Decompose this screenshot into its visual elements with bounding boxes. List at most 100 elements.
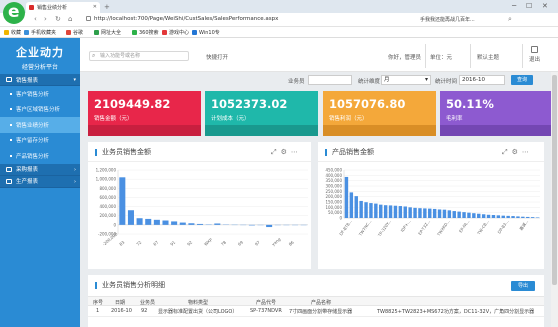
bar[interactable]: [432, 208, 437, 218]
bar[interactable]: [447, 210, 452, 218]
bar[interactable]: [214, 223, 221, 225]
bar[interactable]: [496, 215, 501, 218]
bar[interactable]: [197, 223, 204, 225]
sidebar-item-sales-performance[interactable]: 销售业绩分析: [0, 117, 80, 133]
bookmark-item[interactable]: Win10专: [192, 29, 220, 36]
export-button[interactable]: 导出: [511, 281, 535, 291]
menu-group-production[interactable]: 生产报表 ›: [0, 175, 80, 188]
bar[interactable]: [127, 210, 134, 225]
bar[interactable]: [344, 176, 349, 218]
scrollbar-thumb[interactable]: [552, 75, 557, 285]
bookmark-item[interactable]: 收藏: [4, 29, 21, 36]
bar[interactable]: [442, 209, 447, 218]
bar[interactable]: [398, 206, 403, 218]
bar[interactable]: [179, 222, 186, 225]
bar[interactable]: [428, 208, 432, 218]
bar[interactable]: [530, 217, 535, 218]
bookmark-item[interactable]: 360搜索: [132, 29, 159, 36]
bar[interactable]: [491, 215, 496, 218]
bar[interactable]: [413, 207, 417, 218]
bar[interactable]: [418, 208, 422, 218]
bar[interactable]: [521, 216, 525, 218]
fullscreen-icon[interactable]: ⤢: [271, 148, 277, 157]
bar[interactable]: [457, 211, 461, 218]
bookmark-item[interactable]: 游戏中心: [162, 29, 189, 36]
more-icon[interactable]: ⋯: [291, 148, 298, 157]
bar[interactable]: [354, 196, 358, 218]
query-button[interactable]: 查询: [511, 75, 533, 85]
bar[interactable]: [452, 211, 456, 218]
bar[interactable]: [501, 215, 505, 218]
bar[interactable]: [477, 213, 481, 218]
bar[interactable]: [162, 220, 169, 225]
bar[interactable]: [266, 224, 273, 228]
bar[interactable]: [364, 202, 368, 218]
bar[interactable]: [506, 215, 510, 218]
new-tab-icon[interactable]: +: [104, 3, 110, 11]
bar[interactable]: [408, 207, 412, 218]
bar[interactable]: [516, 216, 520, 218]
salesman-input[interactable]: [308, 75, 352, 85]
bookmark-item[interactable]: 网址大全: [94, 29, 121, 36]
browser-search-suggestion[interactable]: 手我我还能再战几百年...: [420, 16, 475, 23]
url-field[interactable]: http://localhost:700/Page/WeiShi/CustSal…: [86, 15, 386, 25]
bar[interactable]: [359, 200, 363, 218]
bar[interactable]: [393, 205, 398, 218]
forward-icon[interactable]: ›: [44, 15, 47, 23]
minimize-icon[interactable]: ─: [512, 2, 516, 10]
gear-icon[interactable]: ⚙: [281, 148, 287, 157]
bar[interactable]: [188, 223, 195, 225]
bar[interactable]: [472, 213, 476, 218]
bar[interactable]: [481, 214, 486, 218]
more-icon[interactable]: ⋯: [522, 148, 529, 157]
bar[interactable]: [423, 208, 427, 218]
fullscreen-icon[interactable]: ⤢: [502, 148, 508, 157]
browser-search-icon[interactable]: ⌕: [508, 15, 512, 24]
bar[interactable]: [511, 216, 515, 218]
menu-group-sales[interactable]: 销售报表 ▾: [0, 74, 80, 86]
time-input[interactable]: 2016-10: [459, 75, 505, 85]
page-scrollbar[interactable]: [551, 72, 558, 327]
theme-selector[interactable]: 默认主题: [477, 53, 499, 61]
close-tab-icon[interactable]: ✕: [93, 4, 97, 10]
maximize-icon[interactable]: ☐: [526, 2, 532, 10]
quick-open-link[interactable]: 快捷打开: [206, 53, 228, 61]
bar[interactable]: [383, 205, 388, 218]
refresh-icon[interactable]: ↻: [55, 15, 61, 23]
bar[interactable]: [403, 206, 407, 218]
unit-selector[interactable]: 单位：元: [430, 53, 452, 61]
bar[interactable]: [462, 212, 466, 218]
menu-group-purchase[interactable]: 采购报表 ›: [0, 163, 80, 176]
bookmark-item[interactable]: 谷歌: [66, 29, 83, 36]
bar[interactable]: [535, 217, 540, 218]
browser-tab[interactable]: 销售业绩分析 ✕: [26, 2, 100, 13]
bar[interactable]: [153, 219, 160, 225]
bar[interactable]: [526, 216, 530, 218]
sidebar-item-customer-sales[interactable]: 客户销售分析: [0, 86, 80, 102]
bar[interactable]: [369, 203, 373, 218]
function-search-input[interactable]: ⌕ 输入功能号或名称: [89, 51, 189, 61]
sidebar-item-region-sales[interactable]: 客户区域销售分析: [0, 102, 80, 118]
back-icon[interactable]: ‹: [34, 15, 37, 23]
bar[interactable]: [171, 221, 178, 225]
bar[interactable]: [437, 209, 442, 218]
table-row[interactable]: 1 2016-10 92 显示器标准配置出货（公司LOGO） SP-737NDV…: [88, 306, 544, 317]
bar[interactable]: [349, 192, 354, 218]
home-icon[interactable]: ⌂: [68, 15, 72, 23]
bar[interactable]: [379, 204, 383, 218]
bar[interactable]: [467, 212, 471, 218]
bar[interactable]: [145, 218, 152, 225]
bar[interactable]: [388, 205, 393, 218]
sidebar-item-customer-retention[interactable]: 客户留存分析: [0, 133, 80, 149]
bar[interactable]: [119, 177, 126, 225]
bookmark-item[interactable]: 手机收藏夹: [24, 29, 56, 36]
bar[interactable]: [136, 218, 143, 225]
bar[interactable]: [486, 214, 491, 218]
exit-button[interactable]: 退出: [529, 46, 540, 63]
sidebar-item-product-sales[interactable]: 产品销售分析: [0, 148, 80, 164]
gear-icon[interactable]: ⚙: [512, 148, 518, 157]
window-close-icon[interactable]: ✕: [542, 2, 548, 10]
bar[interactable]: [374, 203, 378, 218]
period-select[interactable]: 月: [381, 75, 431, 85]
bar[interactable]: [248, 224, 255, 226]
